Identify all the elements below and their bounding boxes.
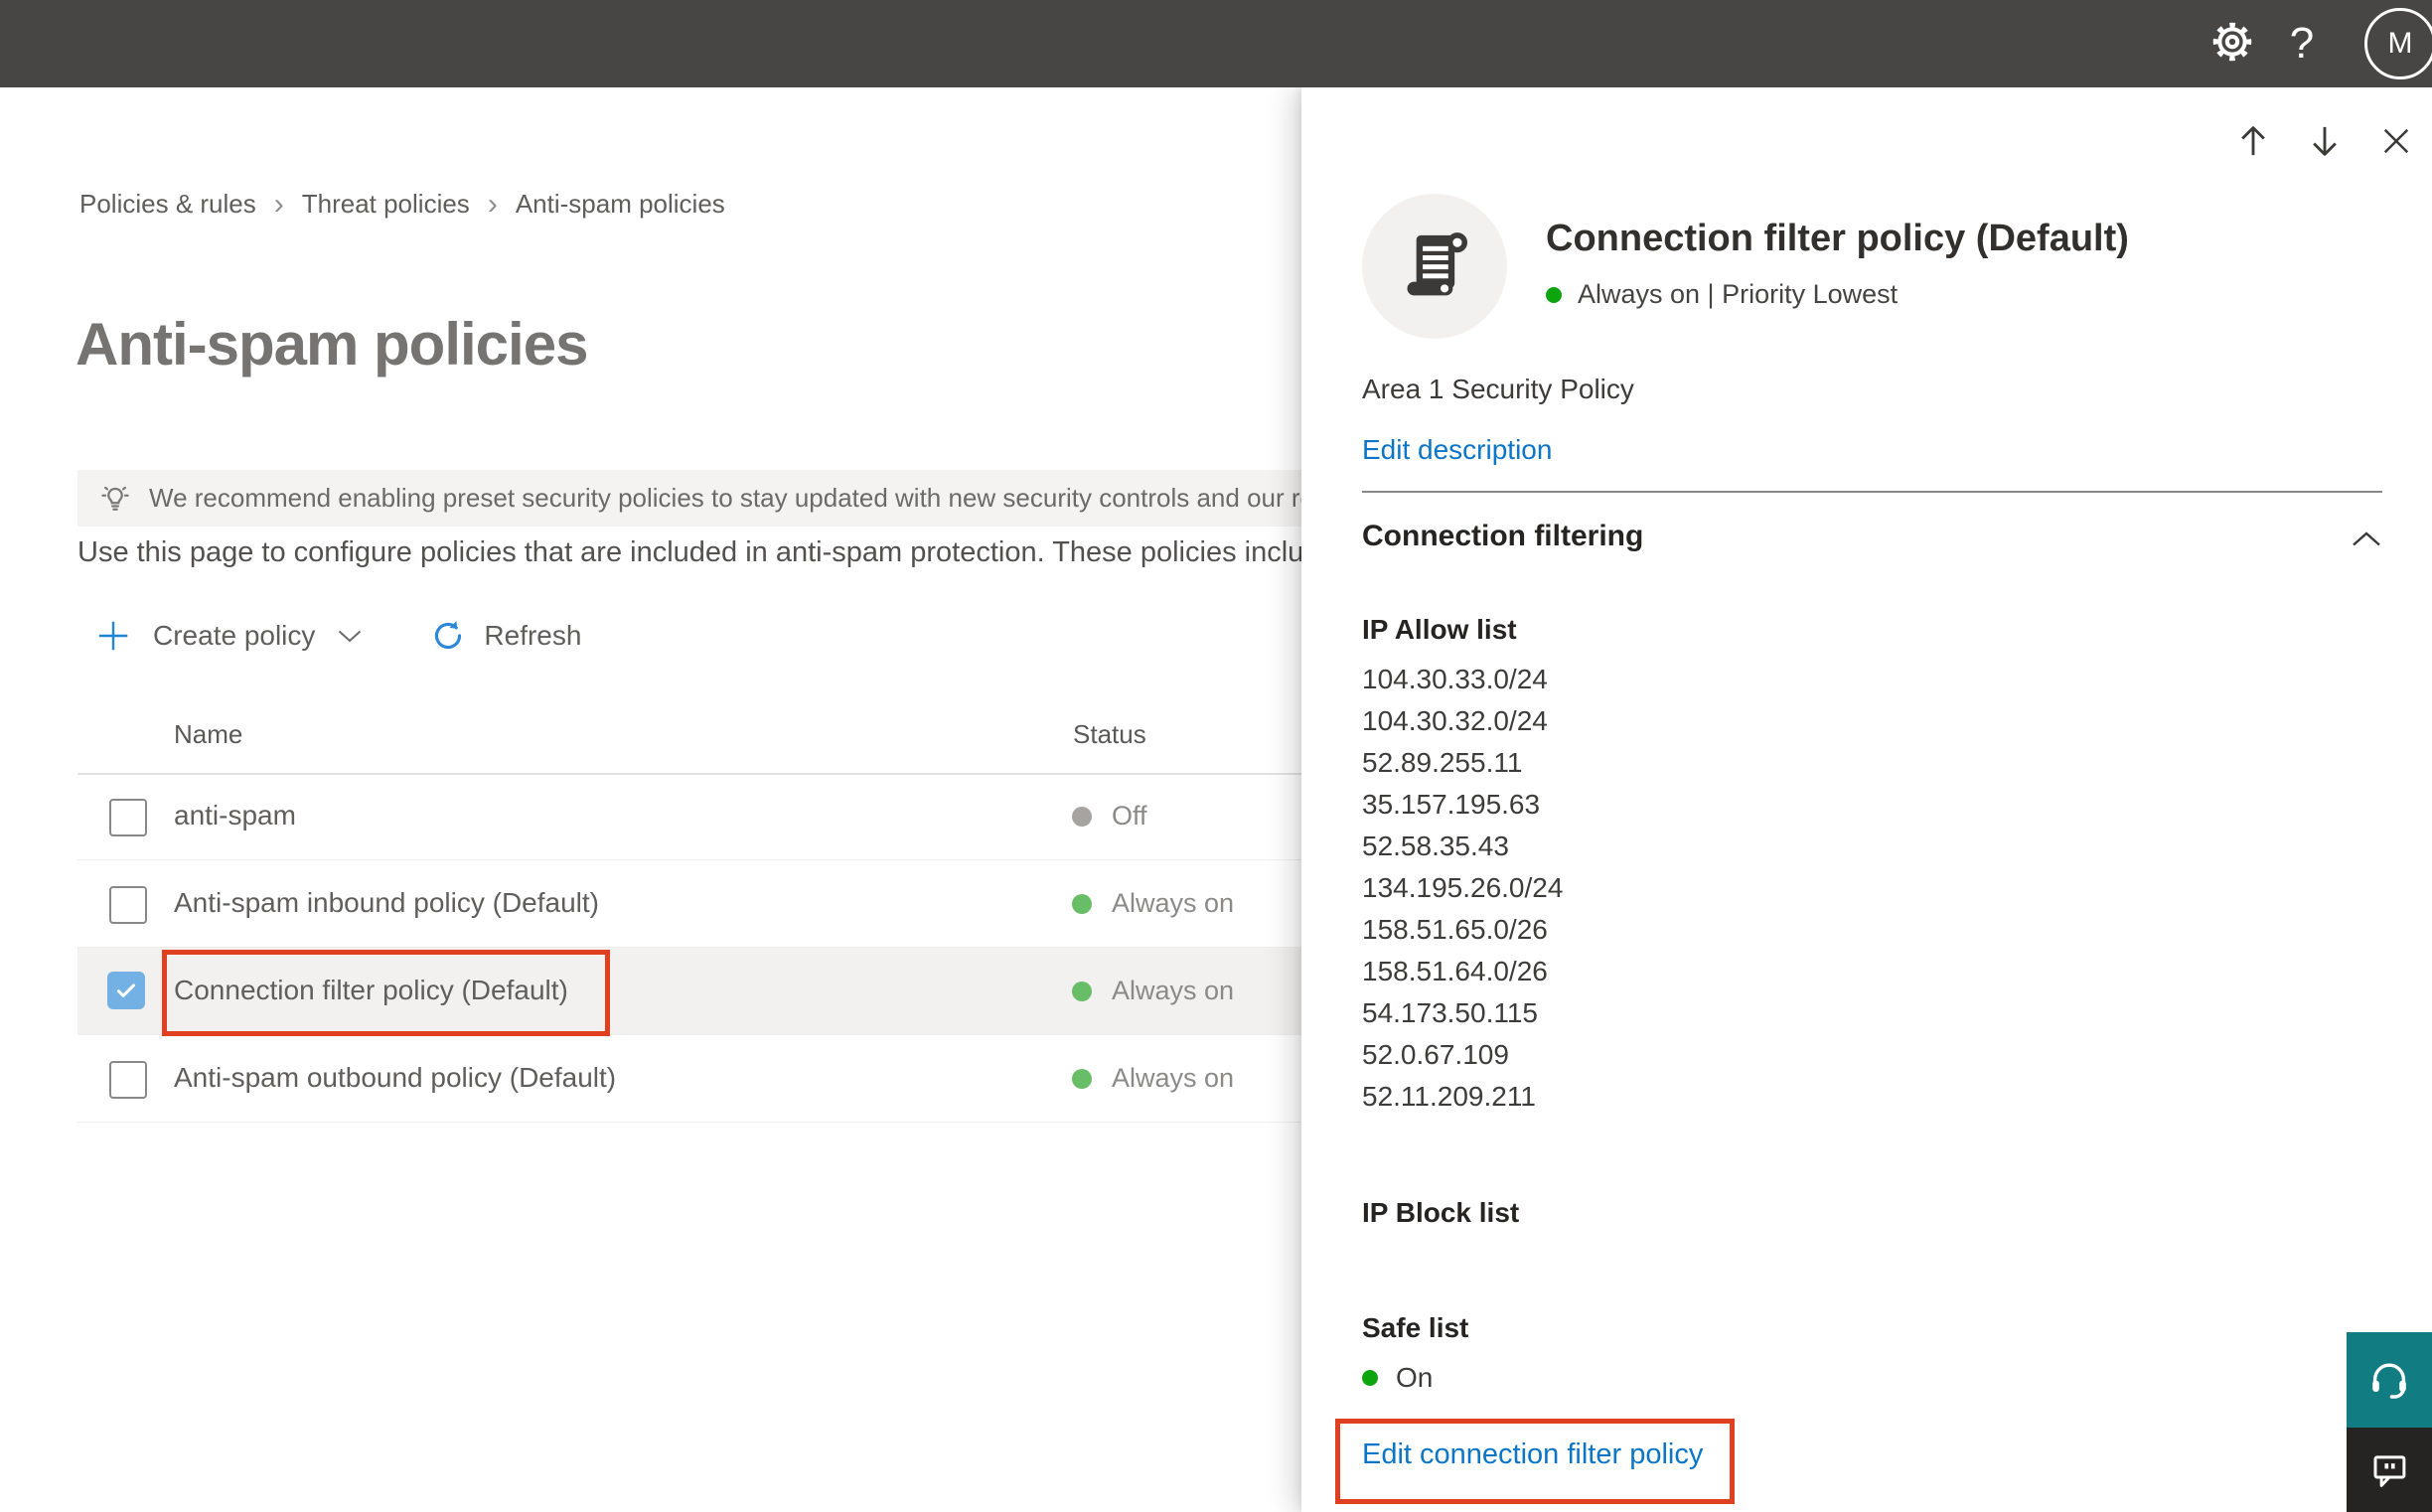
ip-entry: 52.11.209.211 bbox=[1362, 1081, 1536, 1112]
row-checkbox[interactable] bbox=[109, 799, 147, 836]
column-header-name[interactable]: Name bbox=[174, 719, 242, 750]
avatar: M bbox=[2364, 8, 2432, 79]
breadcrumb: Policies & rules › Threat policies › Ant… bbox=[79, 189, 725, 220]
ip-entry: 52.58.35.43 bbox=[1362, 831, 1509, 861]
create-policy-label: Create policy bbox=[153, 620, 316, 651]
policy-name[interactable]: anti-spam bbox=[174, 800, 296, 832]
banner-text: We recommend enabling preset security po… bbox=[149, 483, 1400, 513]
gear-icon bbox=[2209, 19, 2255, 70]
next-item-button[interactable] bbox=[2289, 121, 2360, 161]
ip-entry: 104.30.32.0/24 bbox=[1362, 705, 1548, 736]
create-policy-button[interactable]: Create policy bbox=[95, 618, 363, 654]
status-label: Always on bbox=[1112, 976, 1235, 1005]
row-checkbox[interactable] bbox=[109, 886, 147, 924]
screen: ? M Policies & rules › Threat policies ›… bbox=[0, 0, 2432, 1512]
refresh-label: Refresh bbox=[484, 620, 582, 651]
chevron-right-icon: › bbox=[487, 187, 498, 221]
arrow-down-icon bbox=[2313, 126, 2337, 156]
section-title: Connection filtering bbox=[1362, 520, 1644, 552]
flyout-status-line: Always on | Priority Lowest bbox=[1546, 279, 1898, 310]
chevron-up-icon[interactable] bbox=[2351, 529, 2382, 553]
checkmark-icon bbox=[116, 983, 136, 997]
scroll-icon bbox=[1407, 232, 1467, 296]
edit-connection-filter-policy-link[interactable]: Edit connection filter policy bbox=[1362, 1438, 1703, 1471]
close-flyout-button[interactable] bbox=[2360, 121, 2432, 161]
policy-details-flyout: Connection filter policy (Default) Alway… bbox=[1301, 87, 2432, 1512]
status-dot-on bbox=[1546, 286, 1562, 303]
breadcrumb-anti-spam-policies[interactable]: Anti-spam policies bbox=[516, 189, 725, 220]
help-icon: ? bbox=[2289, 19, 2315, 68]
refresh-icon bbox=[430, 618, 466, 654]
row-checkbox-checked[interactable] bbox=[107, 972, 145, 1009]
policy-name[interactable]: Connection filter policy (Default) bbox=[174, 975, 568, 1006]
ip-entry: 54.173.50.115 bbox=[1362, 997, 1538, 1028]
lightbulb-icon bbox=[97, 481, 133, 517]
breadcrumb-threat-policies[interactable]: Threat policies bbox=[302, 189, 470, 220]
ip-entry: 134.195.26.0/24 bbox=[1362, 872, 1564, 903]
row-checkbox[interactable] bbox=[109, 1061, 147, 1099]
status-dot-on bbox=[1072, 1068, 1092, 1089]
arrow-up-icon bbox=[2241, 126, 2265, 156]
connection-filtering-section-header[interactable]: Connection filtering bbox=[1362, 520, 2382, 565]
safe-list-status-text: On bbox=[1396, 1362, 1434, 1393]
command-bar: Create policy Refresh bbox=[95, 610, 581, 662]
ip-block-list-label: IP Block list bbox=[1362, 1197, 1520, 1228]
edit-description-link[interactable]: Edit description bbox=[1362, 434, 1552, 466]
policy-name[interactable]: Anti-spam outbound policy (Default) bbox=[174, 1062, 616, 1094]
ip-entry: 158.51.64.0/26 bbox=[1362, 956, 1548, 986]
top-app-bar: ? M bbox=[0, 0, 2432, 87]
policy-description: Area 1 Security Policy bbox=[1362, 374, 1634, 404]
safe-list-label: Safe list bbox=[1362, 1312, 1469, 1343]
settings-gear-button[interactable] bbox=[2198, 0, 2267, 87]
breadcrumb-policies-rules[interactable]: Policies & rules bbox=[79, 189, 256, 220]
page-title: Anti-spam policies bbox=[76, 311, 588, 378]
ip-entry: 52.0.67.109 bbox=[1362, 1039, 1509, 1070]
ip-entry: 158.51.65.0/26 bbox=[1362, 914, 1548, 945]
plus-icon bbox=[95, 618, 131, 654]
account-button[interactable]: M bbox=[2337, 0, 2432, 87]
flyout-status-text: Always on | Priority Lowest bbox=[1578, 279, 1899, 309]
ip-entry: 52.89.255.11 bbox=[1362, 747, 1523, 778]
ip-allow-list: 104.30.33.0/24 104.30.32.0/24 52.89.255.… bbox=[1362, 659, 1563, 1118]
status-dot-on bbox=[1072, 893, 1092, 914]
chevron-right-icon: › bbox=[273, 187, 284, 221]
chevron-down-icon bbox=[337, 628, 363, 644]
status-label: Always on bbox=[1112, 1063, 1235, 1093]
headset-icon bbox=[2372, 1363, 2406, 1399]
safe-list-status: On bbox=[1362, 1362, 1433, 1394]
policy-icon-circle bbox=[1362, 194, 1507, 339]
column-header-status[interactable]: Status bbox=[1073, 719, 1146, 750]
support-button[interactable] bbox=[2347, 1332, 2432, 1428]
status-label: Off bbox=[1112, 801, 1147, 831]
close-icon bbox=[2383, 128, 2409, 154]
ip-allow-list-label: IP Allow list bbox=[1362, 614, 1517, 645]
status-dot-on bbox=[1072, 981, 1092, 1001]
feedback-button[interactable] bbox=[2347, 1428, 2432, 1512]
status-dot-on bbox=[1362, 1370, 1378, 1386]
status-label: Always on bbox=[1112, 888, 1235, 918]
policy-name[interactable]: Anti-spam inbound policy (Default) bbox=[174, 887, 599, 919]
refresh-button[interactable]: Refresh bbox=[430, 618, 581, 654]
previous-item-button[interactable] bbox=[2217, 121, 2289, 161]
feedback-bubble-icon bbox=[2373, 1454, 2406, 1487]
divider bbox=[1362, 491, 2382, 493]
status-dot-off bbox=[1072, 806, 1092, 827]
ip-entry: 35.157.195.63 bbox=[1362, 789, 1541, 820]
help-button[interactable]: ? bbox=[2267, 0, 2337, 87]
ip-entry: 104.30.33.0/24 bbox=[1362, 664, 1548, 694]
flyout-title: Connection filter policy (Default) bbox=[1546, 218, 2129, 259]
